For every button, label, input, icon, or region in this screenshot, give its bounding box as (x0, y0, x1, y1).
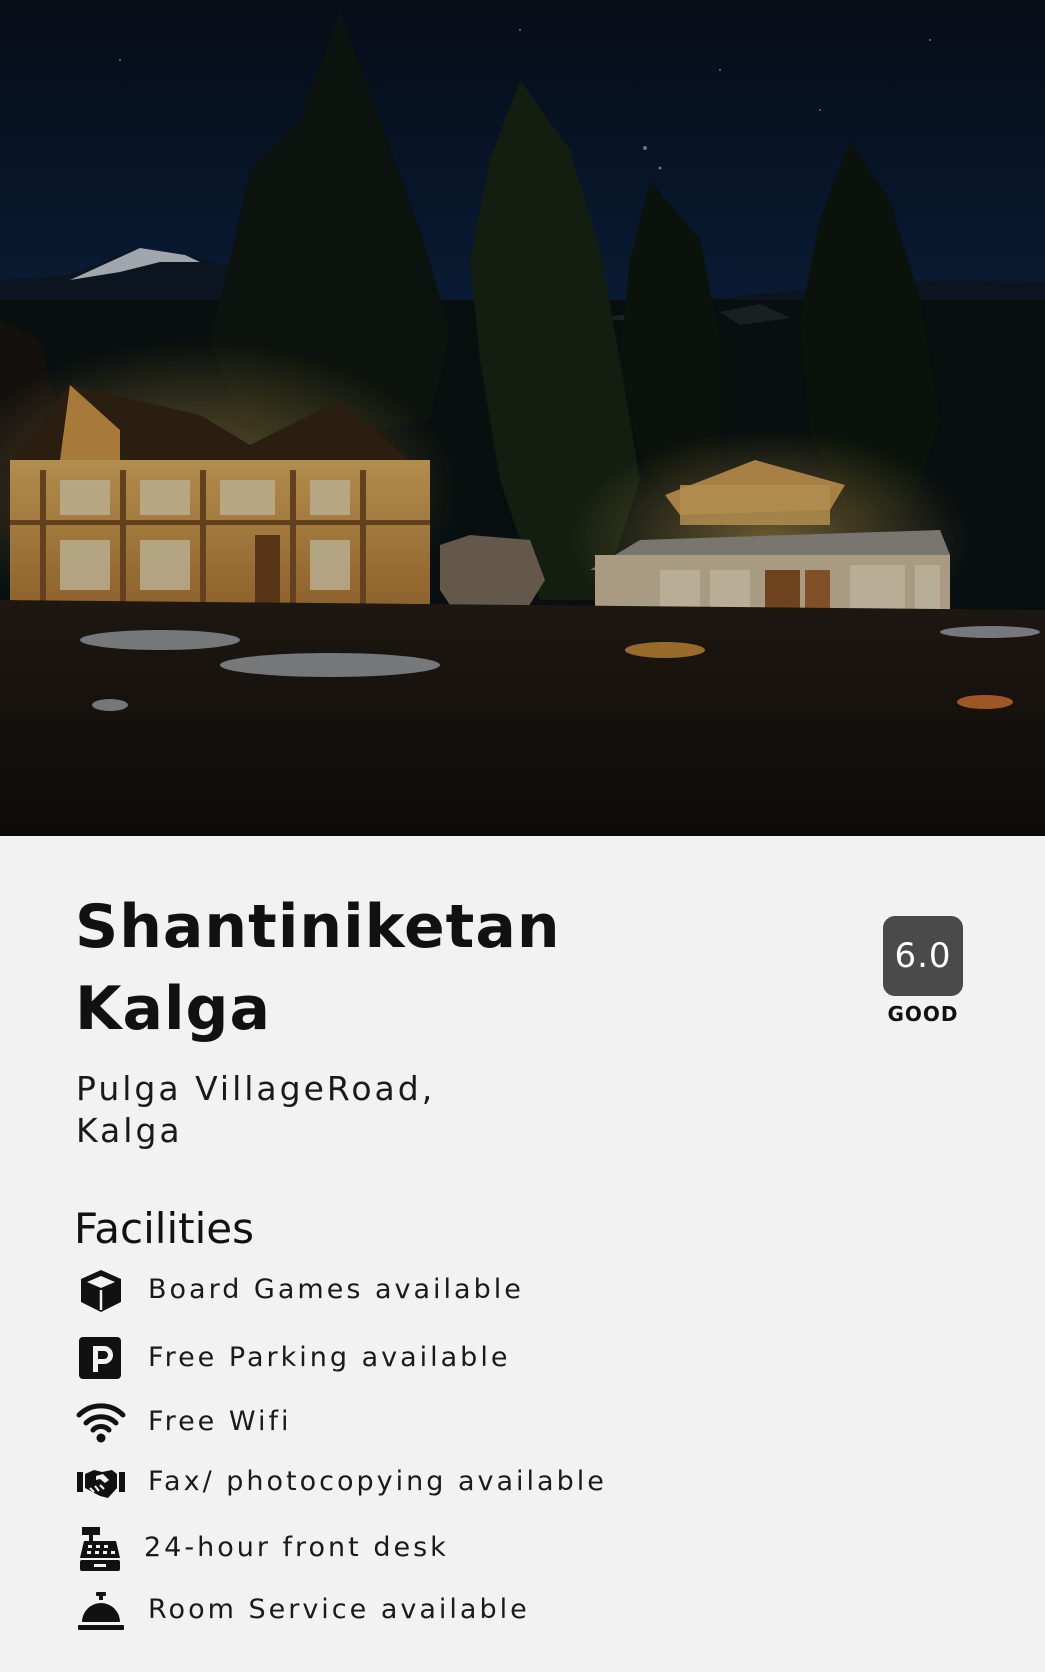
wifi-icon (76, 1403, 126, 1443)
parking-icon (79, 1337, 121, 1379)
facility-item: Board Games available (76, 1266, 776, 1316)
hotel-photo (0, 0, 1045, 836)
facility-label: Fax/ photocopying available (148, 1466, 607, 1497)
hotel-address: Pulga VillageRoad, Kalga (76, 1069, 436, 1150)
facility-item: Fax/ photocopying available (76, 1458, 776, 1508)
facility-label: 24-hour front desk (144, 1532, 449, 1563)
facility-label: Free Parking available (148, 1342, 511, 1373)
handshake-icon (77, 1470, 125, 1498)
concierge-bell-icon (78, 1592, 124, 1630)
facility-label: Room Service available (148, 1594, 530, 1625)
facility-item: Free Parking available (76, 1334, 776, 1384)
cube-icon (81, 1270, 121, 1312)
rating-block: 6.0 GOOD (883, 916, 963, 1026)
facility-label: Board Games available (148, 1274, 524, 1305)
facility-item: 24-hour front desk (76, 1524, 776, 1574)
facility-item: Free Wifi (76, 1398, 776, 1448)
facility-item: Room Service available (76, 1586, 776, 1636)
hotel-name: Shantiniketan Kalga (75, 892, 561, 1044)
hotel-details: Shantiniketan Kalga Pulga VillageRoad, K… (0, 836, 1045, 1672)
rating-label: GOOD (887, 1002, 959, 1026)
rating-score-badge: 6.0 (883, 916, 963, 996)
facilities-heading: Facilities (74, 1204, 254, 1253)
facility-label: Free Wifi (148, 1406, 292, 1437)
cash-register-icon (80, 1527, 120, 1571)
